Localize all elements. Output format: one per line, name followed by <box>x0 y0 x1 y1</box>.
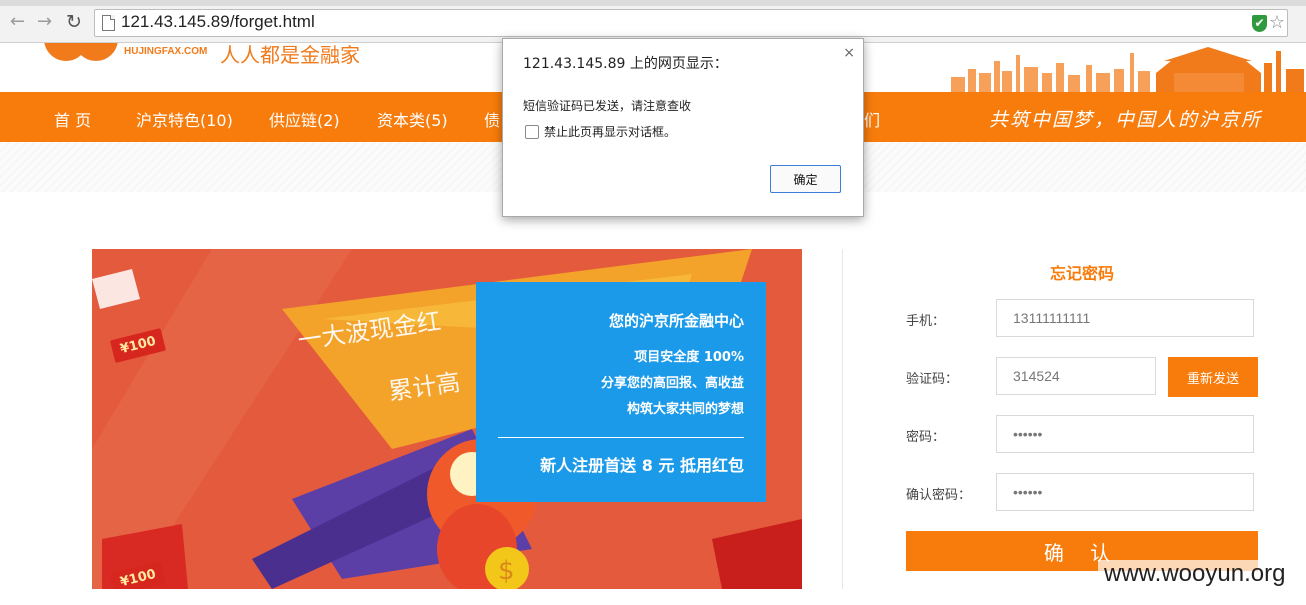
promo-card-divider <box>498 437 744 438</box>
bookmark-star-icon[interactable]: ☆ <box>1269 12 1285 33</box>
watermark: www.wooyun.org <box>1098 560 1292 588</box>
promo-card-title: 您的沪京所金融中心 <box>608 312 744 330</box>
nav-item-bonds[interactable]: 债 <box>484 107 500 131</box>
form-title: 忘记密码 <box>1050 264 1115 283</box>
forward-icon[interactable]: → <box>37 12 52 32</box>
suppress-dialogs-checkbox[interactable] <box>525 125 539 139</box>
code-label: 验证码： <box>906 372 959 387</box>
nav-item-home[interactable]: 首 页 <box>54 107 91 131</box>
resend-code-button[interactable]: 重新发送 <box>1168 357 1258 397</box>
promo-card-offer: 新人注册首送 8 元 抵用红包 <box>540 456 744 475</box>
reload-icon[interactable]: ↻ <box>66 12 82 32</box>
password-label: 密码： <box>906 430 946 445</box>
confirm-password-input[interactable] <box>996 473 1254 511</box>
nav-item-about-us[interactable]: 们 <box>864 107 880 131</box>
verification-code-input[interactable] <box>996 357 1156 395</box>
promo-card-line: 项目安全度 100% <box>634 350 744 365</box>
vertical-divider <box>842 249 843 589</box>
dialog-title: 121.43.145.89 上的网页显示： <box>523 56 728 72</box>
promo-card-line: 分享您的高回报、高收益 <box>600 376 744 391</box>
browser-toolbar: ← → ↻ 121.43.145.89/forget.html ✔ ☆ <box>0 0 1306 43</box>
address-bar[interactable]: 121.43.145.89/forget.html ✔ ☆ <box>94 9 1288 37</box>
phone-input[interactable] <box>996 299 1254 337</box>
confirm-password-label: 确认密码： <box>906 488 972 503</box>
close-icon[interactable]: × <box>843 45 855 61</box>
page-icon <box>102 15 115 31</box>
site-slogan: 人人都是金融家 <box>220 43 360 67</box>
phone-label: 手机： <box>906 314 946 329</box>
nav-item-supply-chain[interactable]: 供应链(2) <box>269 107 340 131</box>
nav-item-features[interactable]: 沪京特色(10) <box>136 107 233 131</box>
nav-motto: 共筑中国梦，中国人的沪京所 <box>988 109 1262 131</box>
nav-item-capital[interactable]: 资本类(5) <box>377 107 448 131</box>
alert-dialog: 121.43.145.89 上的网页显示： × 短信验证码已发送，请注意查收 禁… <box>502 38 864 217</box>
shield-icon[interactable]: ✔ <box>1252 15 1267 32</box>
suppress-dialogs-label[interactable]: 禁止此页再显示对话框。 <box>544 123 676 140</box>
logo-url[interactable]: HUJINGFAX.COM <box>124 46 207 57</box>
password-input[interactable] <box>996 415 1254 453</box>
promo-card-line: 构筑大家共同的梦想 <box>626 402 744 417</box>
promo-card: 您的沪京所金融中心 项目安全度 100% 分享您的高回报、高收益 构筑大家共同的… <box>476 282 766 502</box>
promo-banner[interactable]: $ 一大波现金红 累计高 ¥100 ¥100 您的沪京所金融中心 项目安全度 1… <box>92 249 802 589</box>
ok-button[interactable]: 确定 <box>770 165 841 193</box>
url-text[interactable]: 121.43.145.89/forget.html <box>121 12 315 32</box>
logo-circle-icon[interactable] <box>74 43 118 61</box>
svg-text:$: $ <box>498 556 515 586</box>
tab-strip <box>0 0 1306 6</box>
skyline-illustration-icon <box>951 47 1304 92</box>
dialog-message: 短信验证码已发送，请注意查收 <box>523 99 692 113</box>
back-icon[interactable]: ← <box>10 12 25 32</box>
